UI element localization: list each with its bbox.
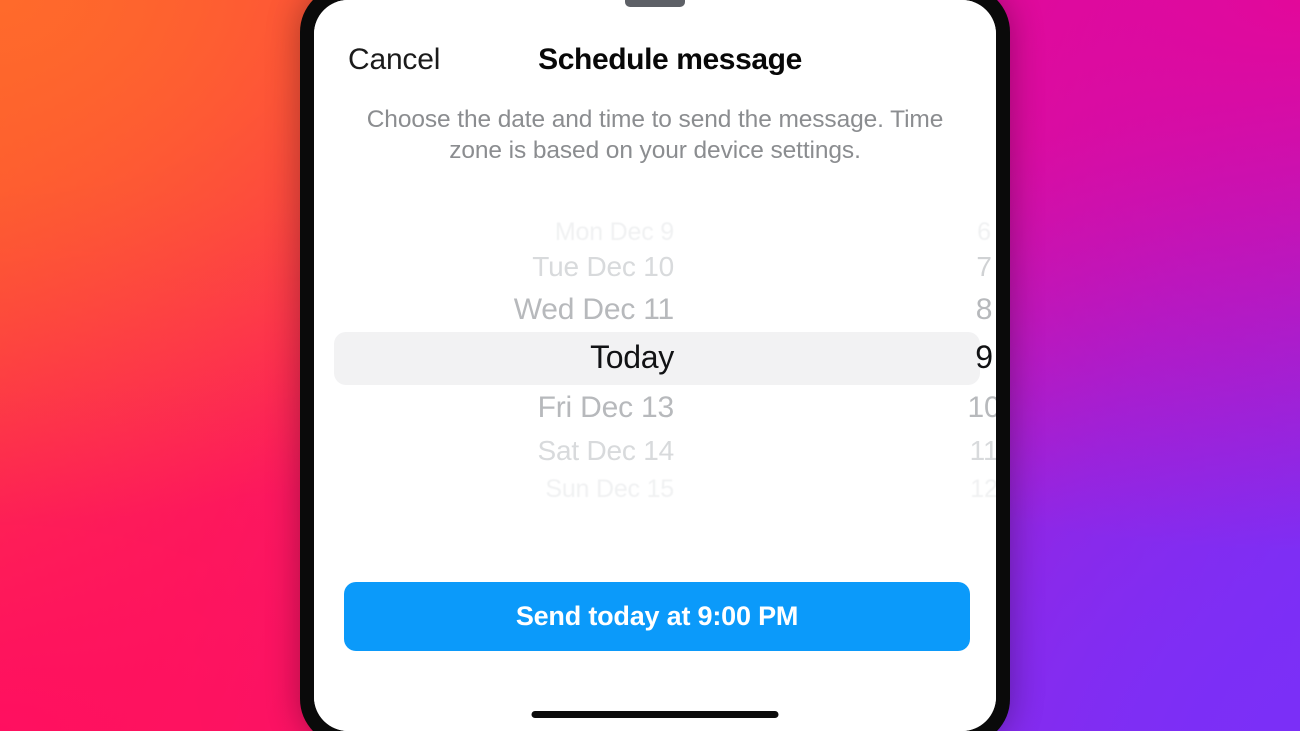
screenshot-root: Cancel Schedule message Choose the date … [0, 0, 1300, 731]
sheet-drag-handle[interactable] [625, 0, 685, 7]
phone-device-frame: Cancel Schedule message Choose the date … [300, 0, 1010, 731]
picker-date-cell[interactable]: Fri Dec 13 [414, 391, 675, 425]
picker-row-selected[interactable]: Today 9 00 PM [314, 334, 996, 380]
picker-date-cell[interactable]: Wed Dec 11 [414, 293, 675, 327]
picker-hour-cell[interactable]: 6 [944, 218, 996, 247]
sheet-subtitle: Choose the date and time to send the mes… [366, 106, 944, 164]
picker-hour-cell[interactable]: 11 [944, 435, 996, 467]
picker-date-cell[interactable]: Tue Dec 10 [414, 251, 674, 283]
phone-screen: Cancel Schedule message Choose the date … [314, 0, 996, 731]
picker-hour-cell-selected[interactable]: 9 [944, 339, 996, 376]
picker-date-cell[interactable]: Mon Dec 9 [414, 218, 674, 247]
picker-hour-cell[interactable]: 8 [944, 293, 996, 327]
picker-date-cell[interactable]: Sun Dec 15 [414, 475, 674, 504]
picker-date-cell[interactable]: Sat Dec 14 [414, 435, 674, 467]
picker-date-cell-selected[interactable]: Today [414, 339, 674, 376]
picker-row[interactable]: Wed Dec 11 8 59 AM [314, 287, 996, 333]
picker-hour-cell[interactable]: 10 [944, 391, 997, 425]
picker-row[interactable]: Fri Dec 13 10 01 [314, 385, 996, 431]
picker-hour-cell[interactable]: 12 [944, 475, 996, 504]
send-button[interactable]: Send today at 9:00 PM [344, 582, 970, 651]
sheet-header: Cancel Schedule message [314, 34, 996, 86]
picker-hour-cell[interactable]: 7 [944, 251, 996, 283]
datetime-picker[interactable]: Mon Dec 9 6 57 Tue Dec 10 7 58 Wed [314, 204, 996, 504]
home-indicator [531, 711, 779, 718]
schedule-message-sheet: Cancel Schedule message Choose the date … [314, 0, 996, 731]
picker-row[interactable]: Tue Dec 10 7 58 [314, 244, 996, 290]
picker-row[interactable]: Sun Dec 15 12 03 [314, 466, 996, 512]
page-title: Schedule message [538, 43, 802, 76]
